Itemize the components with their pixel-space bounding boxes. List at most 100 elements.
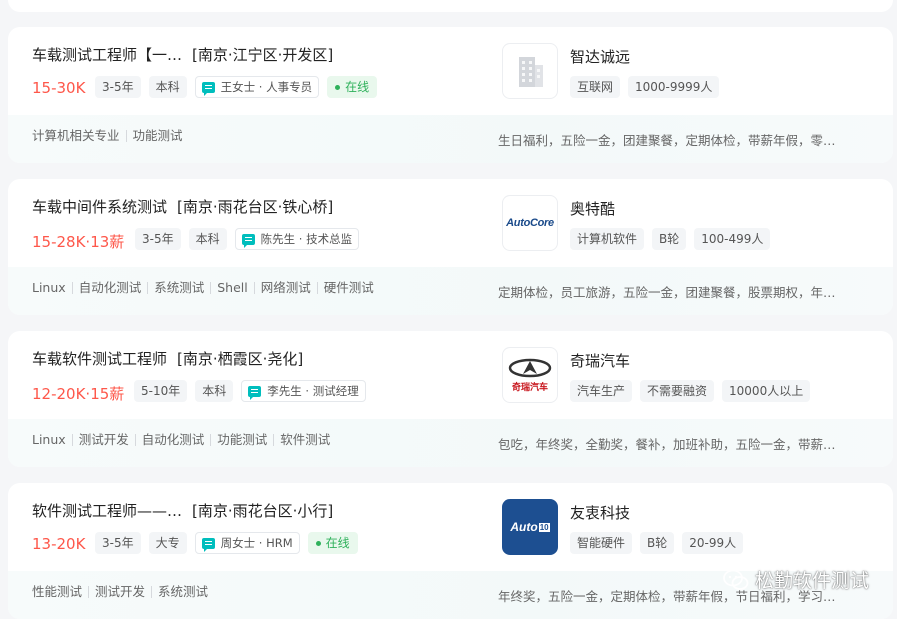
online-label: 在线 bbox=[325, 536, 350, 550]
chery-emblem-icon bbox=[508, 358, 552, 377]
watermark: 松勤软件测试 bbox=[723, 566, 869, 593]
company-tag: 互联网 bbox=[570, 76, 621, 98]
job-title[interactable]: 软件测试工程师——… bbox=[32, 502, 182, 520]
skill-tag: 软件测试 bbox=[273, 433, 336, 446]
company-benefits: 定期体检，员工旅游，五险一金，团建聚餐，股票期权，年… bbox=[498, 285, 836, 300]
experience-tag: 3-5年 bbox=[95, 532, 141, 554]
company-tags: 汽车生产 不需要融资 10000人以上 bbox=[570, 380, 811, 402]
degree-tag: 本科 bbox=[188, 228, 227, 250]
skill-tag: 测试开发 bbox=[71, 433, 135, 446]
company-name[interactable]: 友衷科技 bbox=[570, 502, 630, 523]
job-card-body: 软件测试工程师——… [南京·雨花台区·小行] 13-20K 3-5年 大专 周女… bbox=[8, 483, 893, 571]
skill-tag: Linux bbox=[32, 280, 66, 295]
watermark-text: 松勤软件测试 bbox=[754, 570, 869, 592]
job-card[interactable]: 车载测试工程师【一… [南京·江宁区·开发区] 15-30K 3-5年 本科 王女… bbox=[8, 27, 893, 163]
skill-tag: 功能测试 bbox=[125, 129, 189, 142]
job-requirements: 5-10年 本科 李先生 · 测试经理 bbox=[134, 380, 366, 402]
job-location: [南京·雨花台区·小行] bbox=[192, 502, 334, 520]
job-card-body: 车载软件测试工程师 [南京·栖霞区·尧化] 12-20K·15薪 5-10年 本科… bbox=[8, 331, 893, 419]
skill-tags: Linux 测试开发 自动化测试 功能测试 软件测试 bbox=[32, 432, 336, 447]
previous-job-card-edge bbox=[8, 0, 893, 12]
job-title[interactable]: 车载测试工程师【一… bbox=[32, 46, 182, 64]
building-icon bbox=[519, 57, 543, 87]
job-card[interactable]: 软件测试工程师——… [南京·雨花台区·小行] 13-20K 3-5年 大专 周女… bbox=[8, 483, 893, 619]
company-logo[interactable]: 奇瑞汽车 bbox=[502, 347, 558, 403]
job-title-line[interactable]: 软件测试工程师——… [南京·雨花台区·小行] bbox=[32, 500, 333, 521]
job-card-body: 车载中间件系统测试 [南京·雨花台区·铁心桥] 15-28K·13薪 3-5年 本… bbox=[8, 179, 893, 267]
online-badge: 在线 bbox=[307, 532, 358, 554]
skill-tag: 自动化测试 bbox=[134, 433, 211, 446]
skill-tags: 计算机相关专业 功能测试 bbox=[32, 128, 189, 143]
job-card[interactable]: 车载中间件系统测试 [南京·雨花台区·铁心桥] 15-28K·13薪 3-5年 本… bbox=[8, 179, 893, 315]
company-tags: 互联网 1000-9999人 bbox=[570, 76, 720, 98]
company-logo-text: Auto 10 bbox=[510, 520, 550, 534]
job-card-footer: Linux 测试开发 自动化测试 功能测试 软件测试 包吃，年终奖，全勤奖，餐补… bbox=[8, 419, 893, 467]
company-logo-box: 10 bbox=[538, 522, 550, 532]
skill-tag: 功能测试 bbox=[210, 433, 273, 446]
degree-tag: 本科 bbox=[148, 76, 187, 98]
company-logo-text: AutoCore bbox=[506, 217, 554, 229]
company-tag: 计算机软件 bbox=[570, 228, 645, 250]
company-logo-text: 奇瑞汽车 bbox=[511, 382, 548, 393]
recruiter-chat[interactable]: 陈先生 · 技术总监 bbox=[234, 228, 360, 250]
job-requirements: 3-5年 本科 陈先生 · 技术总监 bbox=[135, 228, 360, 250]
job-title-line[interactable]: 车载软件测试工程师 [南京·栖霞区·尧化] bbox=[32, 348, 303, 369]
job-location: [南京·雨花台区·铁心桥] bbox=[177, 198, 334, 216]
experience-tag: 3-5年 bbox=[95, 76, 141, 98]
company-name[interactable]: 奥特酷 bbox=[570, 198, 615, 219]
job-title-line[interactable]: 车载中间件系统测试 [南京·雨花台区·铁心桥] bbox=[32, 196, 333, 217]
company-tags: 智能硬件 B轮 20-99人 bbox=[570, 532, 744, 554]
job-location: [南京·栖霞区·尧化] bbox=[177, 350, 304, 368]
company-tag: B轮 bbox=[640, 532, 675, 554]
job-card[interactable]: 车载软件测试工程师 [南京·栖霞区·尧化] 12-20K·15薪 5-10年 本科… bbox=[8, 331, 893, 467]
company-tag: B轮 bbox=[652, 228, 687, 250]
wechat-icon bbox=[723, 569, 749, 590]
company-tag: 20-99人 bbox=[682, 532, 744, 554]
job-card-footer: Linux 自动化测试 系统测试 Shell 网络测试 硬件测试 定期体检，员工… bbox=[8, 267, 893, 315]
job-title[interactable]: 车载中间件系统测试 bbox=[32, 198, 167, 216]
company-logo[interactable]: Auto 10 bbox=[502, 499, 558, 555]
skill-tags: Linux 自动化测试 系统测试 Shell 网络测试 硬件测试 bbox=[32, 280, 380, 295]
company-logo[interactable] bbox=[502, 43, 558, 99]
recruiter-chat[interactable]: 李先生 · 测试经理 bbox=[241, 380, 366, 402]
job-salary: 13-20K bbox=[32, 535, 86, 553]
skill-tag: 计算机相关专业 bbox=[32, 128, 120, 143]
recruiter-chat[interactable]: 周女士 · HRM bbox=[194, 532, 300, 554]
skill-tag: 系统测试 bbox=[151, 585, 214, 598]
chat-icon bbox=[248, 385, 262, 400]
skill-tag: Shell bbox=[210, 281, 254, 294]
job-location: [南京·江宁区·开发区] bbox=[192, 46, 334, 64]
job-requirements: 3-5年 本科 王女士 · 人事专员 在线 bbox=[95, 76, 378, 98]
chat-icon bbox=[201, 81, 215, 96]
job-title[interactable]: 车载软件测试工程师 bbox=[32, 350, 167, 368]
recruiter-chat[interactable]: 王女士 · 人事专员 bbox=[194, 76, 320, 98]
skill-tag: 测试开发 bbox=[88, 585, 151, 598]
company-tag: 1000-9999人 bbox=[628, 76, 720, 98]
company-tags: 计算机软件 B轮 100-499人 bbox=[570, 228, 771, 250]
skill-tag: 硬件测试 bbox=[316, 281, 380, 294]
company-logo-word: Auto bbox=[510, 520, 538, 534]
skill-tags: 性能测试 测试开发 系统测试 bbox=[32, 584, 214, 599]
job-card-body: 车载测试工程师【一… [南京·江宁区·开发区] 15-30K 3-5年 本科 王女… bbox=[8, 27, 893, 115]
company-name[interactable]: 智达诚远 bbox=[570, 46, 630, 67]
skill-tag: 系统测试 bbox=[147, 281, 210, 294]
recruiter-label: 王女士 · 人事专员 bbox=[220, 80, 313, 94]
job-card-footer: 计算机相关专业 功能测试 生日福利，五险一金，团建聚餐，定期体检，带薪年假，零… bbox=[8, 115, 893, 163]
skill-tag: 性能测试 bbox=[32, 584, 83, 599]
chat-icon bbox=[241, 233, 255, 248]
online-dot-icon bbox=[335, 84, 341, 90]
recruiter-label: 陈先生 · 技术总监 bbox=[260, 232, 353, 246]
job-salary: 15-30K bbox=[32, 79, 86, 97]
chat-icon bbox=[201, 537, 215, 552]
job-requirements: 3-5年 大专 周女士 · HRM 在线 bbox=[95, 532, 358, 554]
company-logo[interactable]: AutoCore bbox=[502, 195, 558, 251]
company-tag: 10000人以上 bbox=[722, 380, 811, 402]
job-title-line[interactable]: 车载测试工程师【一… [南京·江宁区·开发区] bbox=[32, 44, 333, 65]
skill-tag: Linux bbox=[32, 432, 66, 447]
company-tag: 智能硬件 bbox=[570, 532, 633, 554]
experience-tag: 3-5年 bbox=[135, 228, 181, 250]
skill-tag: 网络测试 bbox=[253, 281, 317, 294]
recruiter-label: 周女士 · HRM bbox=[220, 536, 293, 550]
company-name[interactable]: 奇瑞汽车 bbox=[570, 350, 630, 371]
company-benefits: 生日福利，五险一金，团建聚餐，定期体检，带薪年假，零… bbox=[498, 133, 836, 148]
